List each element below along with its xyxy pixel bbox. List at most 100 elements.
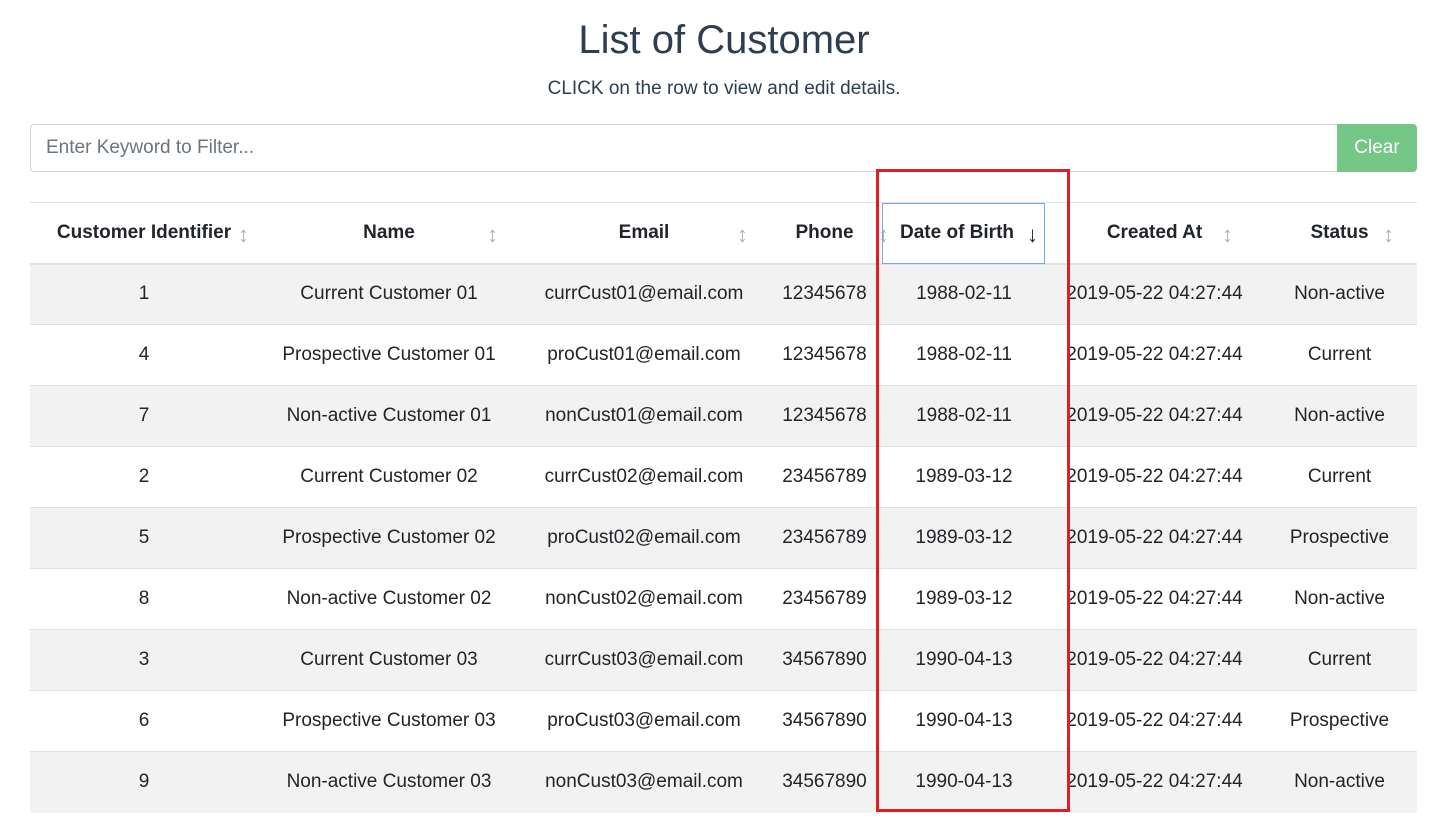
column-header-created-at[interactable]: Created At ↕ xyxy=(1047,202,1262,265)
email-cell: proCust02@email.com xyxy=(520,507,768,569)
customer-id-cell: 7 xyxy=(30,385,258,447)
created-at-cell: 2019-05-22 04:27:44 xyxy=(1047,629,1262,691)
status-cell: Prospective xyxy=(1262,507,1417,569)
phone-cell: 34567890 xyxy=(768,690,881,752)
filter-bar: Clear xyxy=(30,124,1417,172)
name-cell: Prospective Customer 01 xyxy=(258,324,520,386)
column-header-label: Status xyxy=(1310,221,1369,243)
date-of-birth-cell: 1988-02-11 xyxy=(881,324,1047,386)
name-cell: Non-active Customer 02 xyxy=(258,568,520,630)
customer-id-cell: 1 xyxy=(30,263,258,325)
email-cell: nonCust01@email.com xyxy=(520,385,768,447)
phone-cell: 12345678 xyxy=(768,263,881,325)
table-row[interactable]: 8 Non-active Customer 02 nonCust02@email.c… xyxy=(30,568,1417,630)
column-header-status[interactable]: Status ↕ xyxy=(1262,202,1417,265)
created-at-cell: 2019-05-22 04:27:44 xyxy=(1047,751,1262,813)
customer-id-cell: 8 xyxy=(30,568,258,630)
created-at-cell: 2019-05-22 04:27:44 xyxy=(1047,385,1262,447)
name-cell: Non-active Customer 03 xyxy=(258,751,520,813)
email-cell: proCust01@email.com xyxy=(520,324,768,386)
name-cell: Non-active Customer 01 xyxy=(258,385,520,447)
date-of-birth-cell: 1990-04-13 xyxy=(881,690,1047,752)
phone-cell: 34567890 xyxy=(768,629,881,691)
table-row[interactable]: 1 Current Customer 01 currCust01@email.com… xyxy=(30,263,1417,325)
customer-id-cell: 3 xyxy=(30,629,258,691)
sort-both-icon[interactable]: ↕ xyxy=(238,222,249,248)
table-row[interactable]: 6 Prospective Customer 03 proCust03@email.… xyxy=(30,690,1417,752)
column-header-label: Created At xyxy=(1106,221,1203,243)
phone-cell: 23456789 xyxy=(768,568,881,630)
customer-list-page: List of Customer CLICK on the row to vie… xyxy=(0,0,1433,821)
table-header-row: Customer Identifier ↕ Name ↕ Email ↕ Phone ↕ Dat… xyxy=(30,202,1417,265)
email-cell: proCust03@email.com xyxy=(520,690,768,752)
table-row[interactable]: 2 Current Customer 02 currCust02@email.com… xyxy=(30,446,1417,508)
date-of-birth-cell: 1988-02-11 xyxy=(881,263,1047,325)
name-cell: Current Customer 03 xyxy=(258,629,520,691)
phone-cell: 12345678 xyxy=(768,385,881,447)
customer-id-cell: 4 xyxy=(30,324,258,386)
email-cell: nonCust03@email.com xyxy=(520,751,768,813)
phone-cell: 12345678 xyxy=(768,324,881,386)
table-body: 1 Current Customer 01 currCust01@email.com… xyxy=(30,263,1417,813)
column-header-phone[interactable]: Phone ↕ xyxy=(768,202,889,265)
phone-cell: 23456789 xyxy=(768,507,881,569)
email-cell: currCust01@email.com xyxy=(520,263,768,325)
table-row[interactable]: 7 Non-active Customer 01 nonCust01@email.c… xyxy=(30,385,1417,447)
sort-both-icon[interactable]: ↕ xyxy=(1383,222,1394,248)
created-at-cell: 2019-05-22 04:27:44 xyxy=(1047,507,1262,569)
date-of-birth-cell: 1988-02-11 xyxy=(881,385,1047,447)
column-header-label: Email xyxy=(618,221,670,243)
email-cell: nonCust02@email.com xyxy=(520,568,768,630)
customer-id-cell: 9 xyxy=(30,751,258,813)
clear-button[interactable]: Clear xyxy=(1337,124,1417,172)
status-cell: Non-active xyxy=(1262,751,1417,813)
sort-both-icon[interactable]: ↕ xyxy=(737,222,748,248)
page-subtitle: CLICK on the row to view and edit detail… xyxy=(547,78,901,99)
column-header-customer-identifier[interactable]: Customer Identifier ↕ xyxy=(30,202,258,265)
column-header-date-of-birth[interactable]: Date of Birth ↓ xyxy=(881,202,1047,265)
date-of-birth-cell: 1989-03-12 xyxy=(881,568,1047,630)
created-at-cell: 2019-05-22 04:27:44 xyxy=(1047,324,1262,386)
page-title: List of Customer xyxy=(578,18,870,62)
name-cell: Prospective Customer 02 xyxy=(258,507,520,569)
status-cell: Non-active xyxy=(1262,568,1417,630)
column-header-name[interactable]: Name ↕ xyxy=(258,202,520,265)
column-header-label: Name xyxy=(363,221,415,243)
column-header-email[interactable]: Email ↕ xyxy=(520,202,768,265)
filter-input[interactable] xyxy=(30,124,1337,172)
phone-cell: 23456789 xyxy=(768,446,881,508)
date-of-birth-cell: 1990-04-13 xyxy=(881,751,1047,813)
sort-desc-icon[interactable]: ↓ xyxy=(1027,222,1038,248)
column-header-label: Customer Identifier xyxy=(56,221,232,243)
table-row[interactable]: 3 Current Customer 03 currCust03@email.com… xyxy=(30,629,1417,691)
status-cell: Non-active xyxy=(1262,385,1417,447)
customer-id-cell: 5 xyxy=(30,507,258,569)
status-cell: Current xyxy=(1262,629,1417,691)
sort-both-icon[interactable]: ↕ xyxy=(1222,222,1233,248)
phone-cell: 34567890 xyxy=(768,751,881,813)
created-at-cell: 2019-05-22 04:27:44 xyxy=(1047,446,1262,508)
customer-id-cell: 6 xyxy=(30,690,258,752)
status-cell: Prospective xyxy=(1262,690,1417,752)
status-cell: Current xyxy=(1262,324,1417,386)
date-of-birth-cell: 1990-04-13 xyxy=(881,629,1047,691)
column-header-label: Phone xyxy=(795,221,854,243)
email-cell: currCust02@email.com xyxy=(520,446,768,508)
table-row[interactable]: 4 Prospective Customer 01 proCust01@email.… xyxy=(30,324,1417,386)
date-of-birth-cell: 1989-03-12 xyxy=(881,446,1047,508)
date-of-birth-cell: 1989-03-12 xyxy=(881,507,1047,569)
table-row[interactable]: 9 Non-active Customer 03 nonCust03@email.c… xyxy=(30,751,1417,813)
status-cell: Current xyxy=(1262,446,1417,508)
active-sort-focus xyxy=(882,203,1045,264)
email-cell: currCust03@email.com xyxy=(520,629,768,691)
customer-id-cell: 2 xyxy=(30,446,258,508)
table-row[interactable]: 5 Prospective Customer 02 proCust02@email.… xyxy=(30,507,1417,569)
sort-both-icon[interactable]: ↕ xyxy=(487,222,498,248)
name-cell: Current Customer 01 xyxy=(258,263,520,325)
created-at-cell: 2019-05-22 04:27:44 xyxy=(1047,263,1262,325)
customer-table: Customer Identifier ↕ Name ↕ Email ↕ Phone ↕ Dat… xyxy=(30,202,1417,813)
created-at-cell: 2019-05-22 04:27:44 xyxy=(1047,690,1262,752)
name-cell: Prospective Customer 03 xyxy=(258,690,520,752)
created-at-cell: 2019-05-22 04:27:44 xyxy=(1047,568,1262,630)
status-cell: Non-active xyxy=(1262,263,1417,325)
